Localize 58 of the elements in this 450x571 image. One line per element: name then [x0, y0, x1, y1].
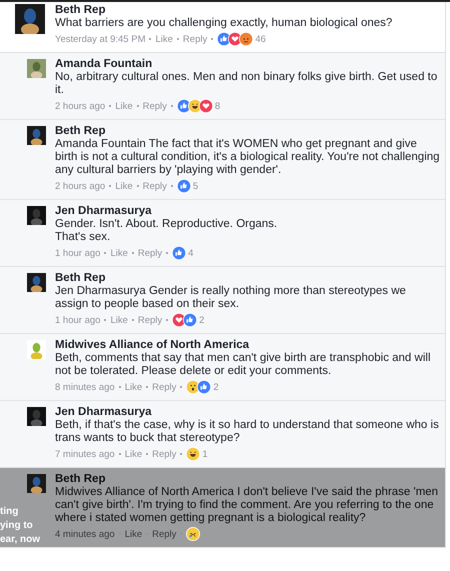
author-name[interactable]: Midwives Alliance of North America — [55, 339, 441, 352]
comment-text: Gender. Isn't. About. Reproductive. Organs. That's sex. — [55, 218, 278, 244]
reaction-count: 2 — [213, 380, 219, 394]
comment-text: What barriers are you challenging exactly, human biological ones? — [55, 17, 392, 30]
like-link[interactable]: Like — [110, 314, 128, 326]
reply-link[interactable]: Reply — [152, 380, 176, 394]
reaction-count: 1 — [202, 448, 208, 460]
author-name[interactable]: Beth Rep — [55, 272, 441, 285]
comment-time: 1 hour ago — [55, 314, 100, 326]
comment-time: 7 minutes ago — [55, 448, 115, 460]
reaction-count: 4 — [188, 246, 194, 260]
reply-link[interactable]: Reply — [142, 180, 167, 192]
like-reaction-icon — [172, 246, 186, 260]
reply-link[interactable]: Reply — [142, 100, 167, 112]
comment-text: Beth, if that's the case, why is it so hard to understand that someone who is trans wants to buck that stereotype? — [55, 419, 440, 445]
comment-time: 1 hour ago — [55, 246, 100, 260]
comment-text: Jen Dharmasurya Gender is really nothing more than stereotypes we assign to people based on their sex. — [55, 285, 407, 311]
like-link[interactable]: Like — [110, 246, 128, 260]
comment-time: 4 minutes ago — [55, 528, 115, 540]
like-reaction-icon — [183, 313, 198, 327]
comment-text: Beth, comments that say that men can't give birth are transphobic and will not be tolerated. Please delete or edit your comments. — [55, 352, 432, 378]
reaction-count: 2 — [199, 314, 204, 326]
like-link[interactable]: Like — [124, 528, 142, 540]
overlay-text: ear, now — [0, 534, 40, 546]
reaction-count: 46 — [255, 32, 266, 46]
comment-time: 8 minutes ago — [55, 380, 115, 394]
author-name[interactable]: Amanda Fountain — [55, 58, 441, 71]
like-link[interactable]: Like — [115, 180, 133, 192]
angry-reaction-icon — [239, 32, 254, 46]
like-link[interactable]: Like — [124, 448, 142, 460]
author-name[interactable]: Beth Rep — [55, 4, 392, 17]
comment-text: Midwives Alliance of North America I don't believe I've said the phrase 'men can't give birth'. I'm trying to find the comment. Are you referring to the one where i stated women getting pregnant is a biological reality? — [55, 486, 440, 525]
comment-time: 2 hours ago — [55, 100, 106, 112]
reaction-count: 5 — [192, 180, 198, 192]
author-name[interactable]: Beth Rep — [55, 473, 441, 486]
comment-time: 2 hours ago — [55, 180, 106, 192]
like-reaction-icon — [176, 179, 191, 193]
author-name[interactable]: Jen Dharmasurya — [55, 205, 278, 218]
overlay-text: ying to — [0, 520, 34, 532]
reply-link[interactable]: Reply — [152, 528, 176, 540]
author-name[interactable]: Jen Dharmasurya — [55, 406, 441, 419]
author-name[interactable]: Beth Rep — [55, 125, 441, 138]
reply-link[interactable]: Reply — [138, 246, 162, 260]
comment-text: Amanda Fountain The fact that it's WOMEN who get pregnant and give birth is not a cultural condition, it's a biological reality. You're not challenging any cultural barriers by 'playing with gender'. — [55, 138, 441, 177]
comment-text: No, arbitrary cultural ones. Men and non binary folks give birth. Get used to it. — [55, 71, 438, 97]
overlay-text: ting — [0, 506, 20, 518]
reply-link[interactable]: Reply — [182, 32, 208, 46]
like-link[interactable]: Like — [115, 100, 133, 112]
haha-reaction-icon — [186, 447, 200, 461]
sad-reaction-icon — [186, 527, 200, 541]
love-reaction-icon — [198, 99, 213, 113]
reaction-count: 8 — [214, 100, 220, 112]
like-link[interactable]: Like — [124, 380, 142, 394]
comment-time: Yesterday at 9:45 PM — [55, 32, 146, 46]
reply-link[interactable]: Reply — [152, 448, 176, 460]
like-reaction-icon — [197, 380, 212, 394]
reply-link[interactable]: Reply — [138, 314, 162, 326]
like-link[interactable]: Like — [155, 32, 173, 46]
